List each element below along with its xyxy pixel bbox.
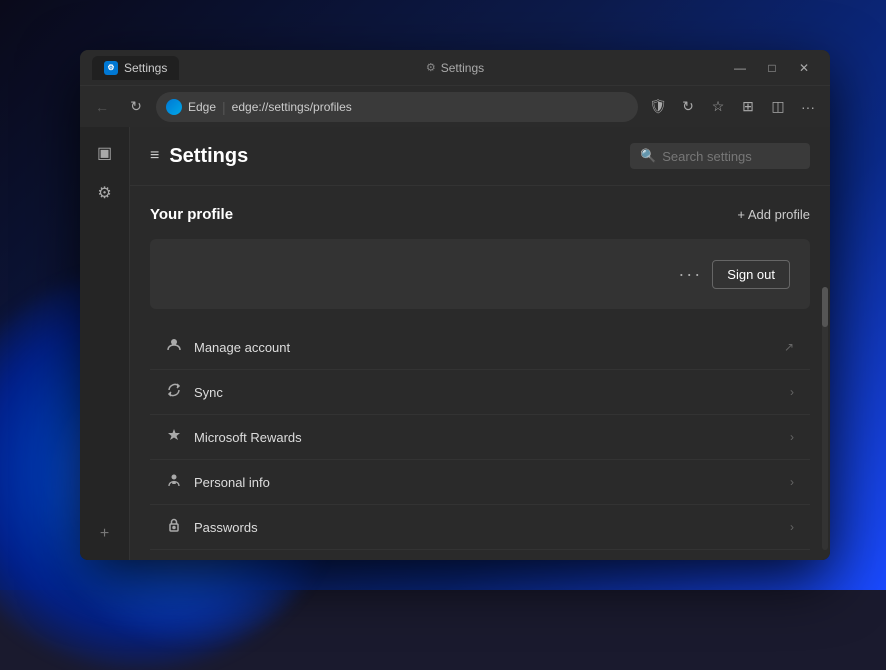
section-header: Your profile + Add profile (150, 206, 810, 223)
list-item[interactable]: Payment info › (150, 550, 810, 560)
list-item[interactable]: Microsoft Rewards › (150, 415, 810, 460)
profile-section: Your profile + Add profile ··· Sign out (130, 186, 830, 560)
sync-label: Sync (194, 385, 790, 400)
pipe-separator: | (222, 99, 226, 115)
list-item[interactable]: Personal info › (150, 460, 810, 505)
search-icon: 🔍 (640, 148, 656, 164)
passwords-label: Passwords (194, 520, 790, 535)
window-controls: — □ ✕ (726, 58, 818, 78)
url-display: edge://settings/profiles (232, 100, 352, 114)
toolbar-icons: 🛡 ↻ ☆ ⊞ ◫ ··· (644, 93, 822, 121)
settings-content: ≡ Settings 🔍 Search settings Your p (130, 127, 830, 560)
settings-panel: ≡ Settings 🔍 Search settings Your p (130, 127, 830, 560)
personal-info-arrow-icon: › (790, 475, 794, 489)
settings-icon: ⚙ (97, 183, 111, 203)
your-profile-title: Your profile (150, 206, 233, 223)
sidebar-settings-icon[interactable]: ⚙ (87, 175, 123, 211)
list-item[interactable]: Sync › (150, 370, 810, 415)
menu-list: Manage account ↗ (150, 325, 810, 560)
search-placeholder-text: Search settings (662, 149, 752, 164)
tab-label: Settings (124, 61, 167, 75)
edge-logo-icon (166, 99, 182, 115)
scrollbar-thumb[interactable] (822, 287, 828, 327)
list-item[interactable]: Passwords › (150, 505, 810, 550)
add-profile-button[interactable]: + Add profile (737, 207, 810, 222)
main-content: ▣ ⚙ + ≡ S (80, 127, 830, 560)
settings-header: ≡ Settings 🔍 Search settings (130, 127, 830, 186)
rewards-arrow-icon: › (790, 430, 794, 444)
manage-account-icon (166, 337, 194, 357)
settings-title-area: ≡ Settings (150, 145, 248, 168)
sync-arrow-icon: › (790, 385, 794, 399)
add-profile-label: + Add profile (737, 207, 810, 222)
title-bar-left: ⚙ Settings (92, 56, 179, 80)
personal-info-icon (166, 472, 194, 492)
address-bar-area: ← ↻ Edge | edge://settings/profiles 🛡 ↻ … (80, 85, 830, 127)
rewards-icon (166, 427, 194, 447)
desktop: ⚙ Settings ⚙ Settings — □ ✕ ← ↻ Edge | (0, 0, 886, 590)
back-button[interactable]: ← (88, 93, 116, 121)
add-icon: + (100, 525, 109, 543)
browser-sidebar: ▣ ⚙ + (80, 127, 130, 560)
browser-tab[interactable]: ⚙ Settings (92, 56, 179, 80)
profile-more-button[interactable]: ··· (678, 264, 702, 285)
sign-out-button[interactable]: Sign out (712, 260, 790, 289)
scrollbar-track (822, 287, 828, 550)
rewards-label: Microsoft Rewards (194, 430, 790, 445)
title-gear-icon: ⚙ (426, 61, 436, 74)
sync-icon (166, 382, 194, 402)
settings-page-title: Settings (169, 145, 248, 168)
sidebar-icon[interactable]: ◫ (764, 93, 792, 121)
profile-card: ··· Sign out (150, 239, 810, 309)
sidebar-add-icon[interactable]: + (87, 516, 123, 552)
refresh-icon[interactable]: ↻ (674, 93, 702, 121)
maximize-button[interactable]: □ (758, 58, 786, 78)
edge-label: Edge (188, 100, 216, 114)
manage-account-label: Manage account (194, 340, 784, 355)
close-button[interactable]: ✕ (790, 58, 818, 78)
browser-window: ⚙ Settings ⚙ Settings — □ ✕ ← ↻ Edge | (80, 50, 830, 560)
favorites-icon[interactable]: ☆ (704, 93, 732, 121)
sidebar-tab-icon[interactable]: ▣ (87, 135, 123, 171)
external-link-icon: ↗ (784, 340, 794, 354)
window-title: Settings (441, 61, 484, 75)
hamburger-icon[interactable]: ≡ (150, 147, 159, 165)
title-center: ⚙ Settings (426, 61, 484, 75)
personal-info-label: Personal info (194, 475, 790, 490)
passwords-icon (166, 517, 194, 537)
tab-favicon: ⚙ (104, 61, 118, 75)
settings-search-box[interactable]: 🔍 Search settings (630, 143, 810, 169)
list-item[interactable]: Manage account ↗ (150, 325, 810, 370)
shield-icon[interactable]: 🛡 (644, 93, 672, 121)
passwords-arrow-icon: › (790, 520, 794, 534)
collections-icon[interactable]: ⊞ (734, 93, 762, 121)
tab-switcher-icon: ▣ (97, 143, 112, 163)
title-bar: ⚙ Settings ⚙ Settings — □ ✕ (80, 50, 830, 85)
settings-panel-wrapper: ≡ Settings 🔍 Search settings Your p (130, 127, 830, 560)
minimize-button[interactable]: — (726, 58, 754, 78)
refresh-button[interactable]: ↻ (122, 93, 150, 121)
address-bar[interactable]: Edge | edge://settings/profiles (156, 92, 638, 122)
more-icon[interactable]: ··· (794, 93, 822, 121)
